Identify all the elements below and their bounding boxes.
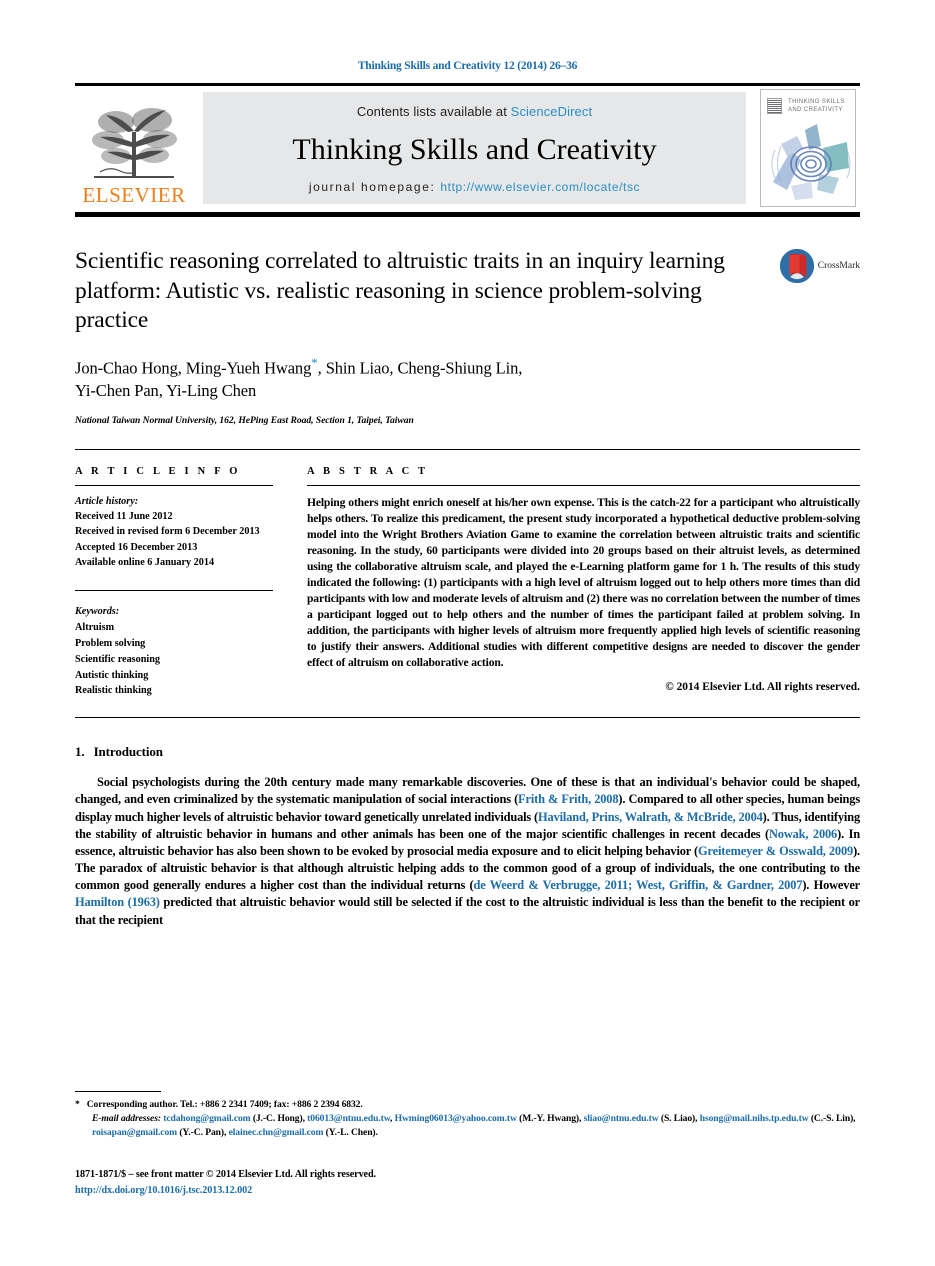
keywords-block: Keywords: Altruism Problem solving Scien… [75,591,273,699]
email-link[interactable]: sliao@ntnu.edu.tw [584,1113,659,1124]
authors-line-1-part-1: Jon-Chao Hong, Ming-Yueh Hwang [75,358,312,378]
introduction-paragraph: Social psychologists during the 20th cen… [75,774,860,929]
crossmark-icon[interactable] [779,249,814,283]
abstract-heading: A B S T R A C T [307,465,429,477]
keywords-label: Keywords: [75,606,120,618]
contents-list-line: Contents lists available at ScienceDirec… [357,104,592,119]
footnote-rule [75,1090,161,1092]
elsevier-wordmark: ELSEVIER [82,183,186,207]
title-and-authors: Scientific reasoning correlated to altru… [75,247,764,426]
email-addresses-note: E-mail addresses: tcdahong@gmail.com (J.… [75,1112,860,1139]
email-owner-name: (J.-C. Hong), [250,1113,308,1125]
keyword-item: Altruism [75,622,115,634]
section-number: 1. [75,744,85,760]
abstract-bottom-rule [75,717,860,719]
issn-line: 1871-1871/$ – see front matter © 2014 El… [75,1169,376,1181]
email-owner-name: (S. Liao), [658,1113,700,1125]
history-item: Received in revised form 6 December 2013 [75,526,260,538]
author-list: Jon-Chao Hong, Ming-Yueh Hwang*, Shin Li… [75,354,750,403]
email-link[interactable]: roisapan@gmail.com [92,1127,177,1138]
journal-cover-image: THINKING SKILLS AND CREATIVITY [760,89,856,207]
paragraph-text: predicted that altruistic behavior would… [75,895,860,927]
section-title-text: Introduction [93,744,163,760]
email-addresses-label: E-mail addresses: [92,1113,161,1125]
email-link[interactable]: t06013@ntnu.edu.tw [307,1113,390,1124]
issn-copyright-block: 1871-1871/$ – see front matter © 2014 El… [75,1167,860,1198]
history-item: Accepted 16 December 2013 [75,541,198,553]
article-info-column: A R T I C L E I N F O Article history: R… [75,466,307,699]
abstract-text: Helping others might enrich oneself at h… [307,495,860,670]
title-block: Scientific reasoning correlated to altru… [75,217,860,426]
paragraph-text: ). However [802,878,861,893]
corresponding-author-text: Corresponding author. Tel.: +886 2 2341 … [86,1098,363,1110]
crossmark-badge[interactable]: CrossMark [764,247,860,426]
homepage-url-link[interactable]: http://www.elsevier.com/locate/tsc [440,180,640,194]
keyword-item: Problem solving [75,637,146,649]
abstract-copyright: © 2014 Elsevier Ltd. All rights reserved… [665,681,860,694]
journal-title: Thinking Skills and Creativity [292,132,657,166]
citation-link[interactable]: Nowak, 2006 [769,827,837,841]
keyword-item: Autistic thinking [75,669,149,681]
article-history-block: Article history: Received 11 June 2012 R… [75,486,273,570]
keyword-item: Realistic thinking [75,685,152,697]
doi-link[interactable]: http://dx.doi.org/10.1016/j.tsc.2013.12.… [75,1183,860,1198]
elsevier-tree-icon [92,108,177,178]
authors-line-1-part-2: , Shin Liao, Cheng-Shiung Lin, [317,358,523,378]
email-owner-name: (Y.-C. Pan), [177,1126,229,1138]
corresponding-author-note: * Corresponding author. Tel.: +886 2 2341… [75,1098,860,1112]
sciencedirect-link[interactable]: ScienceDirect [511,104,593,119]
article-page: Thinking Skills and Creativity 12 (2014)… [0,0,935,1266]
masthead-center: Contents lists available at ScienceDirec… [203,92,746,204]
crossmark-label: CrossMark [817,261,860,271]
journal-masthead: ELSEVIER Contents lists available at Sci… [75,86,860,210]
citation-link[interactable]: Greitemeyer & Osswald, 2009 [698,844,853,858]
citation-link[interactable]: Haviland, Prins, Walrath, & McBride, 200… [538,810,763,824]
authors-line-2: Yi-Chen Pan, Yi-Ling Chen [75,381,257,401]
citation-link[interactable]: de Weerd & Verbrugge, 2011; West, Griffi… [473,878,802,892]
email-link[interactable]: Hwming06013@yahoo.com.tw [395,1113,517,1124]
keyword-item: Scientific reasoning [75,653,160,665]
elsevier-logo: ELSEVIER [75,86,193,210]
article-history-label: Article history: [75,495,139,507]
running-head: Thinking Skills and Creativity 12 (2014)… [357,60,578,72]
journal-cover-container: THINKING SKILLS AND CREATIVITY [756,86,860,210]
article-info-heading: A R T I C L E I N F O [75,465,241,477]
footnote-star-marker: * [75,1098,80,1110]
homepage-label: journal homepage: [308,180,436,194]
journal-homepage-line: journal homepage: http://www.elsevier.co… [309,180,640,194]
citation-link[interactable]: Frith & Frith, 2008 [518,792,618,806]
contents-prefix: Contents lists available at [356,104,507,119]
history-item: Available online 6 January 2014 [75,557,215,569]
email-link[interactable]: hsong@mail.nihs.tp.edu.tw [700,1113,809,1124]
citation-link[interactable]: Hamilton (1963) [75,895,160,909]
cover-artwork-icon [761,120,855,206]
abstract-column: A B S T R A C T Helping others might enr… [307,466,860,699]
footnote-area: * Corresponding author. Tel.: +886 2 2341… [75,1090,860,1198]
email-owner-name: (M.-Y. Hwang), [516,1113,584,1125]
info-abstract-row: A R T I C L E I N F O Article history: R… [75,450,860,699]
email-link[interactable]: tcdahong@gmail.com [163,1113,250,1124]
email-link[interactable]: elainec.chn@gmail.com [229,1127,324,1138]
page-title: Scientific reasoning correlated to altru… [75,248,725,334]
email-owner-name: (Y.-L. Chen). [323,1126,378,1138]
section-heading-introduction: 1. Introduction [75,744,860,760]
email-owner-name: (C.-S. Lin), [808,1113,856,1125]
email-address-list[interactable]: tcdahong@gmail.com (J.-C. Hong), t06013@… [92,1113,856,1138]
history-item: Received 11 June 2012 [75,511,173,523]
affiliation: National Taiwan Normal University, 162, … [75,414,414,426]
